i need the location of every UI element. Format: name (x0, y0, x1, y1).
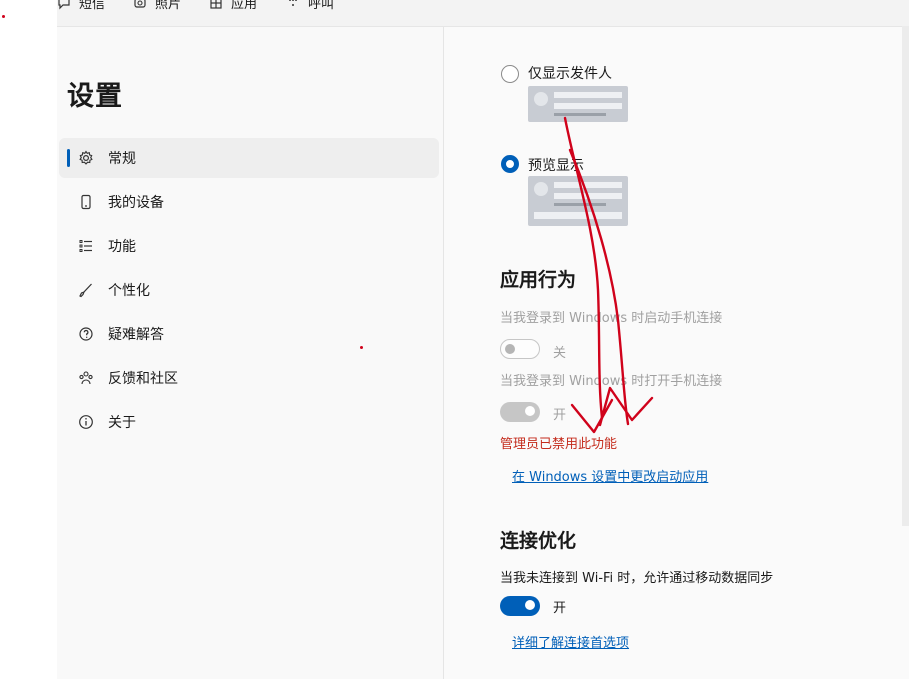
avatar-icon (534, 182, 548, 196)
annotation-dot (2, 15, 5, 18)
window-edge (902, 26, 909, 526)
sidebar-item-about[interactable]: 关于 (59, 402, 439, 442)
connection-learn-more-link[interactable]: 详细了解连接首选项 (512, 632, 629, 651)
nav-photos[interactable]: 照片 (133, 0, 181, 12)
sidebar-item-features[interactable]: 功能 (59, 226, 439, 266)
mobile-data-toggle[interactable] (500, 596, 540, 616)
sidebar-item-personalization[interactable]: 个性化 (59, 270, 439, 310)
mobile-data-toggle-state: 开 (553, 601, 567, 616)
nav-photos-label: 照片 (155, 0, 182, 12)
startup-toggle-state: 关 (553, 346, 567, 361)
sidebar-item-my-devices[interactable]: 我的设备 (59, 182, 439, 222)
gear-icon (78, 150, 94, 166)
photo-icon (134, 0, 146, 8)
open-toggle[interactable] (500, 402, 540, 422)
admin-disabled-message: 管理员已禁用此功能 (500, 437, 618, 452)
help-icon (78, 326, 94, 342)
phone-icon (78, 194, 94, 210)
preview-display-preview (528, 176, 628, 226)
community-icon (78, 370, 94, 386)
nav-apps-label: 应用 (231, 0, 258, 12)
dialpad-icon (289, 0, 297, 6)
settings-content: 仅显示发件人 预览显示 应用行为 当我登录到 Windows 时启动手机连接 关… (444, 27, 909, 679)
radio-preview[interactable] (501, 155, 519, 173)
toggle-knob (525, 600, 535, 610)
brush-icon (78, 282, 94, 298)
sidebar-item-general[interactable]: 常规 (59, 138, 439, 178)
toggle-knob (505, 344, 515, 354)
list-icon (78, 238, 94, 254)
startup-apps-link[interactable]: 在 Windows 设置中更改启动应用 (512, 466, 708, 485)
apps-icon (210, 0, 222, 9)
info-icon (78, 414, 94, 430)
open-description: 当我登录到 Windows 时打开手机连接 (500, 374, 723, 389)
message-icon (58, 0, 70, 9)
nav-messages[interactable]: 短信 (57, 0, 105, 12)
settings-sidebar: 设置 常规 我的设备 功能 个性化 疑难解答 反馈和社区 关于 (57, 27, 443, 679)
toggle-knob (525, 406, 535, 416)
top-navigation: 短信 照片 应用 呼叫 (57, 0, 909, 27)
nav-calls-label: 呼叫 (308, 0, 335, 12)
sidebar-item-label: 我的设备 (108, 195, 164, 211)
sender-only-preview (528, 86, 628, 122)
page-title: 设置 (67, 81, 123, 112)
avatar-icon (534, 92, 548, 106)
sidebar-item-troubleshoot[interactable]: 疑难解答 (59, 314, 439, 354)
annotation-dot (360, 346, 363, 349)
sidebar-item-feedback[interactable]: 反馈和社区 (59, 358, 439, 398)
radio-preview-label: 预览显示 (528, 158, 584, 174)
nav-calls[interactable]: 呼叫 (286, 0, 334, 12)
startup-toggle[interactable] (500, 339, 540, 359)
selection-indicator (67, 149, 70, 167)
sidebar-item-label: 功能 (108, 239, 136, 255)
connection-heading: 连接优化 (500, 530, 577, 552)
phone-link-window: 短信 照片 应用 呼叫 设置 常规 我的设备 功能 个性化 疑难解答 反馈和社区… (57, 0, 909, 679)
connection-description: 当我未连接到 Wi-Fi 时，允许通过移动数据同步 (500, 571, 774, 586)
sidebar-item-label: 个性化 (108, 283, 150, 299)
radio-sender-only[interactable] (501, 65, 519, 83)
app-behavior-heading: 应用行为 (500, 269, 577, 291)
sidebar-item-label: 常规 (108, 151, 136, 167)
sidebar-item-label: 疑难解答 (108, 327, 164, 343)
sidebar-item-label: 反馈和社区 (108, 371, 178, 387)
open-toggle-state: 开 (553, 408, 567, 423)
nav-messages-label: 短信 (79, 0, 106, 12)
nav-apps[interactable]: 应用 (209, 0, 257, 12)
sidebar-item-label: 关于 (108, 415, 136, 431)
startup-description: 当我登录到 Windows 时启动手机连接 (500, 311, 723, 326)
radio-sender-only-label: 仅显示发件人 (528, 66, 612, 82)
